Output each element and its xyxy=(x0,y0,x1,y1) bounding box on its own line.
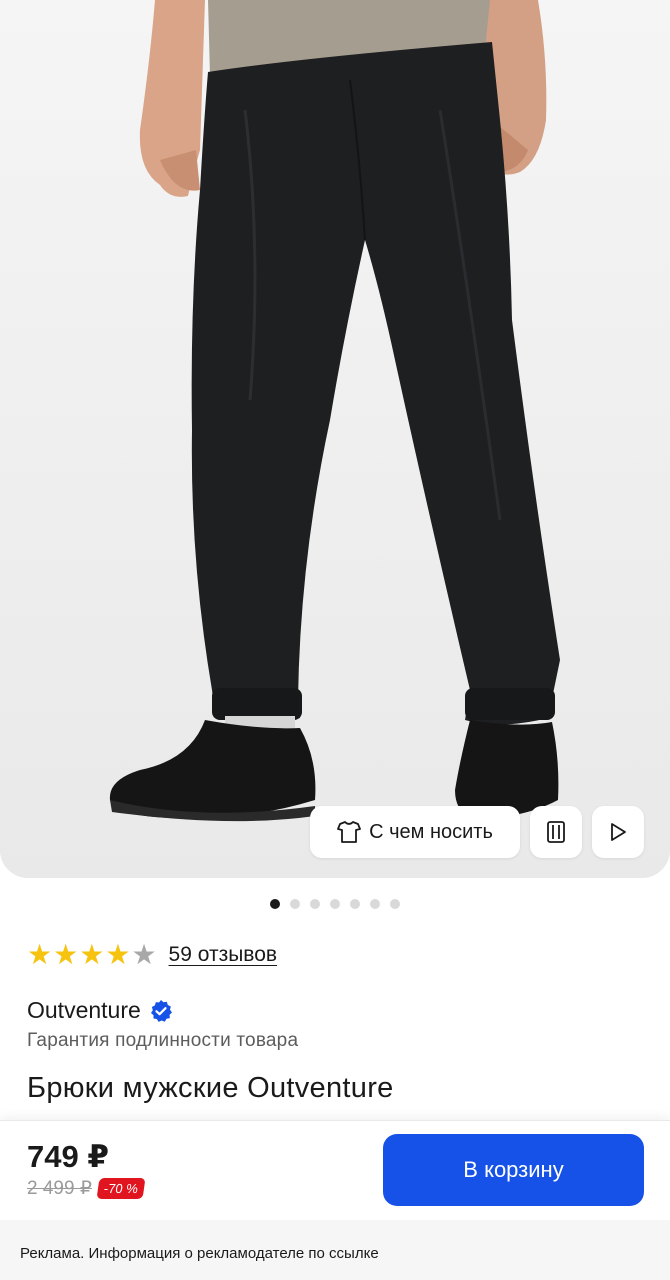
tshirt-icon xyxy=(337,821,362,843)
rating-row[interactable]: ★ ★ ★ ★ ★ 59 отзывов xyxy=(27,940,277,970)
old-price: 2 499 ₽ xyxy=(27,1178,92,1199)
gallery-pagination xyxy=(0,899,670,909)
add-to-cart-button[interactable]: В корзину xyxy=(383,1134,644,1206)
current-price: 749 ₽ xyxy=(27,1139,109,1174)
product-title: Брюки мужские Outventure xyxy=(27,1072,394,1104)
video-button[interactable] xyxy=(592,806,644,858)
verified-badge-icon xyxy=(150,999,172,1022)
play-icon xyxy=(611,823,626,841)
pagination-dot[interactable] xyxy=(330,899,340,909)
buy-bar: 749 ₽ 2 499 ₽ -70 % В корзину xyxy=(0,1120,670,1220)
brand-name: Outventure xyxy=(27,997,141,1023)
ad-disclosure-link[interactable]: Реклама. Информация о рекламодателе по с… xyxy=(20,1245,379,1262)
compare-button[interactable] xyxy=(530,806,582,858)
pagination-dot[interactable] xyxy=(370,899,380,909)
pagination-dot[interactable] xyxy=(290,899,300,909)
discount-badge: -70 % xyxy=(96,1178,146,1199)
star-filled-icon: ★ xyxy=(79,939,105,970)
brand-link[interactable]: Outventure xyxy=(27,997,173,1024)
old-price-row: 2 499 ₽ -70 % xyxy=(27,1177,146,1200)
pagination-dot[interactable] xyxy=(390,899,400,909)
product-photo xyxy=(0,0,670,878)
pagination-dot[interactable] xyxy=(350,899,360,909)
compare-icon xyxy=(547,821,565,843)
star-filled-icon: ★ xyxy=(53,939,79,970)
rating-stars: ★ ★ ★ ★ ★ xyxy=(27,940,157,970)
star-empty-icon: ★ xyxy=(131,939,157,970)
star-filled-icon: ★ xyxy=(105,939,131,970)
outfit-suggestions-button[interactable]: С чем носить xyxy=(310,806,520,858)
pagination-dot[interactable] xyxy=(310,899,320,909)
authenticity-guarantee: Гарантия подлинности товара xyxy=(27,1030,299,1051)
product-gallery[interactable]: С чем носить xyxy=(0,0,670,878)
star-filled-icon: ★ xyxy=(27,939,53,970)
reviews-link[interactable]: 59 отзывов xyxy=(169,943,278,967)
outfit-label: С чем носить xyxy=(369,820,493,843)
pagination-dot-active[interactable] xyxy=(270,899,280,909)
